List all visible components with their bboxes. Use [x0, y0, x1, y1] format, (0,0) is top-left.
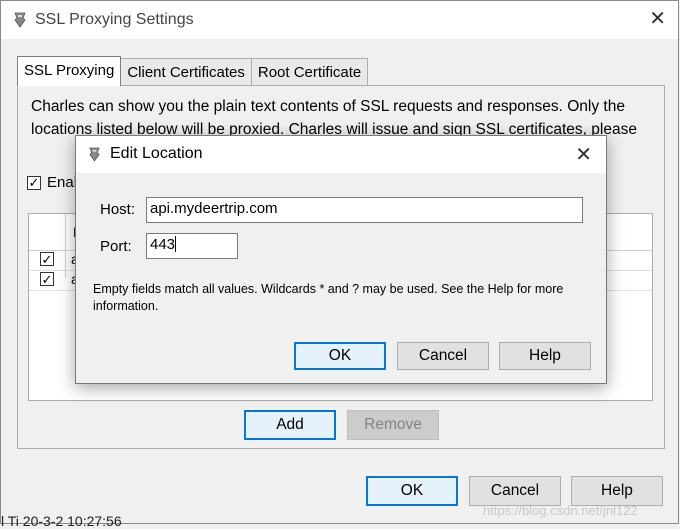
background-status-text: l Ti 20-3-2 10:27:56 — [1, 513, 122, 529]
watermark-text: https://blog.csdn.net/jnl122 — [483, 503, 638, 518]
port-label: Port: — [100, 238, 132, 255]
row-checkbox[interactable]: ✓ — [40, 252, 54, 266]
charles-app-icon — [14, 12, 26, 28]
row-checkbox[interactable]: ✓ — [40, 272, 54, 286]
help-button[interactable]: Help — [571, 476, 663, 506]
text-cursor — [175, 236, 177, 252]
edit-location-dialog: Edit Location ✕ Host: api.mydeertrip.com… — [75, 135, 607, 384]
dialog-help-button[interactable]: Help — [499, 342, 591, 370]
port-value: 443 — [150, 236, 176, 253]
tab-client-certificates[interactable]: Client Certificates — [120, 58, 252, 86]
dialog-hint-text: Empty fields match all values. Wildcards… — [93, 282, 564, 313]
dialog-title-bar: Edit Location ✕ — [76, 136, 606, 173]
tab-ssl-proxying[interactable]: SSL Proxying — [17, 56, 122, 86]
port-field[interactable]: 443 — [146, 233, 238, 259]
dialog-ok-button[interactable]: OK — [294, 342, 386, 370]
enable-ssl-proxying-checkbox[interactable]: ✓ Enal — [27, 174, 77, 191]
dialog-close-icon[interactable]: ✕ — [575, 142, 592, 167]
title-bar: SSL Proxying Settings ✕ — [1, 1, 678, 39]
remove-button[interactable]: Remove — [347, 410, 439, 440]
tab-root-certificate[interactable]: Root Certificate — [250, 58, 369, 86]
ok-button[interactable]: OK — [366, 476, 458, 506]
cancel-button[interactable]: Cancel — [469, 476, 561, 506]
window-title: SSL Proxying Settings — [35, 11, 194, 28]
add-button[interactable]: Add — [244, 410, 336, 440]
host-label: Host: — [100, 201, 136, 218]
dialog-cancel-button[interactable]: Cancel — [397, 342, 489, 370]
charles-app-icon — [89, 147, 100, 162]
enable-label: Enal — [47, 174, 78, 191]
checkmark-icon[interactable]: ✓ — [27, 175, 41, 190]
dialog-title: Edit Location — [110, 145, 203, 162]
close-icon[interactable]: ✕ — [649, 8, 666, 30]
host-field[interactable]: api.mydeertrip.com — [146, 197, 583, 223]
tab-bar: SSL Proxying Client Certificates Root Ce… — [17, 56, 369, 86]
